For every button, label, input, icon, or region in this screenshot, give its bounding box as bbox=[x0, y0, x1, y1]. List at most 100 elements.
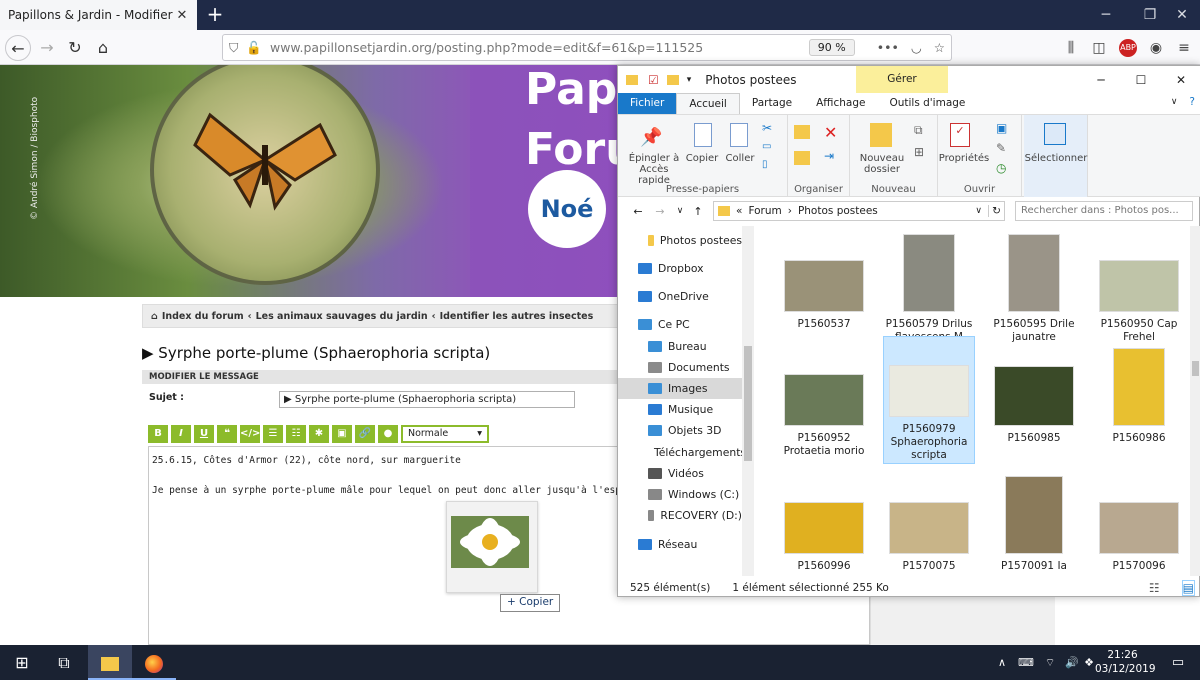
file-tile[interactable]: P1560952 Protaetia morio bbox=[778, 344, 870, 458]
bold-button[interactable]: B bbox=[148, 425, 168, 443]
new-folder-icon[interactable] bbox=[666, 75, 679, 85]
back-button[interactable]: ← bbox=[5, 35, 31, 61]
search-input[interactable]: Rechercher dans : Photos pos... bbox=[1015, 201, 1193, 221]
file-tile[interactable]: P1560579 Drilus flavescens M bbox=[883, 230, 975, 344]
back-button[interactable]: ← bbox=[628, 205, 648, 218]
recent-dropdown-icon[interactable]: ∨ bbox=[672, 206, 688, 216]
breadcrumb-item[interactable]: Identifier les autres insectes bbox=[440, 311, 594, 322]
bookmark-star-icon[interactable]: ☆ bbox=[934, 40, 945, 55]
tab-accueil[interactable]: Accueil bbox=[676, 93, 740, 114]
pin-button[interactable]: Épingler à Accès rapide bbox=[622, 153, 686, 186]
refresh-icon[interactable]: ↻ bbox=[988, 205, 1004, 217]
move-to-icon[interactable] bbox=[794, 125, 810, 139]
keyboard-icon[interactable]: ⌨ bbox=[1014, 645, 1038, 680]
address-segment[interactable]: Photos postees bbox=[798, 205, 878, 217]
nav-item[interactable]: Documents bbox=[618, 357, 742, 378]
numbered-list-button[interactable]: ☷ bbox=[286, 425, 306, 443]
sidebar-icon[interactable]: ◫ bbox=[1090, 39, 1108, 57]
more-actions-icon[interactable]: ••• bbox=[877, 40, 899, 55]
address-segment[interactable]: Forum bbox=[748, 205, 781, 217]
file-tile[interactable]: P1560986 bbox=[1093, 344, 1185, 445]
nav-item[interactable]: Ce PC bbox=[618, 314, 742, 335]
insecure-lock-icon[interactable]: 🔓 bbox=[246, 40, 262, 56]
nav-item[interactable]: Vidéos bbox=[618, 463, 742, 484]
file-tile[interactable]: P1560537 bbox=[778, 230, 870, 331]
up-button[interactable]: ↑ bbox=[688, 205, 708, 218]
account-icon[interactable]: ◉ bbox=[1147, 39, 1165, 57]
reload-button[interactable]: ↻ bbox=[62, 35, 88, 61]
url-bar[interactable]: ⛉ 🔓 www.papillonsetjardin.org/posting.ph… bbox=[222, 34, 952, 61]
content-scrollbar[interactable] bbox=[1190, 226, 1200, 576]
windows-start-icon[interactable]: ⊞ bbox=[0, 645, 44, 680]
nav-item[interactable]: Musique bbox=[618, 399, 742, 420]
nav-item[interactable]: Windows (C:) bbox=[618, 484, 742, 505]
thumbnail-view-icon[interactable]: ▤ bbox=[1181, 580, 1195, 596]
file-tile[interactable]: P1560595 Drile jaunatre bbox=[988, 230, 1080, 344]
adblock-icon[interactable]: ABP bbox=[1119, 39, 1137, 57]
file-tile[interactable]: P1560979 Sphaerophoria scripta bbox=[883, 336, 975, 464]
minimize-button[interactable]: ─ bbox=[1081, 73, 1121, 87]
select-button[interactable]: Sélectionner bbox=[1024, 153, 1088, 164]
new-folder-button[interactable]: Nouveau dossier bbox=[854, 153, 910, 175]
firefox-taskbar-icon[interactable] bbox=[132, 645, 176, 680]
file-explorer-taskbar-icon[interactable] bbox=[88, 645, 132, 680]
close-window-button[interactable]: ✕ bbox=[1160, 0, 1200, 30]
content-scroll-thumb[interactable] bbox=[1192, 361, 1199, 376]
wifi-icon[interactable]: ⌔ bbox=[1038, 645, 1062, 680]
breadcrumb-item[interactable]: Les animaux sauvages du jardin bbox=[256, 311, 428, 322]
tab-partage[interactable]: Partage bbox=[740, 93, 804, 114]
tab-outils-image[interactable]: Outils d'image bbox=[877, 93, 977, 114]
paste-button[interactable]: Coller bbox=[722, 153, 758, 164]
new-item-icon[interactable]: ⧉ bbox=[914, 123, 923, 138]
nav-scroll-thumb[interactable] bbox=[744, 346, 752, 461]
nav-item[interactable]: Objets 3D bbox=[618, 420, 742, 441]
nav-item[interactable]: Bureau bbox=[618, 336, 742, 357]
ribbon-collapse-icon[interactable]: ∨ bbox=[1165, 93, 1184, 114]
forward-button[interactable]: → bbox=[34, 35, 60, 61]
zoom-indicator[interactable]: 90 % bbox=[808, 39, 855, 56]
file-tile[interactable]: P1560985 bbox=[988, 344, 1080, 445]
details-view-icon[interactable]: ☷ bbox=[1149, 581, 1160, 595]
nav-item[interactable]: Réseau bbox=[618, 534, 742, 555]
properties-icon[interactable]: ☑ bbox=[648, 73, 659, 87]
rename-icon[interactable]: ⇥ bbox=[824, 149, 834, 163]
tab-close-icon[interactable]: ✕ bbox=[175, 8, 189, 23]
file-tile[interactable]: P1570091 Ia bbox=[988, 472, 1080, 573]
tray-expand-icon[interactable]: ∧ bbox=[990, 645, 1014, 680]
clock[interactable]: 21:26 03/12/2019 bbox=[1095, 648, 1156, 676]
nav-item[interactable]: OneDrive bbox=[618, 286, 742, 307]
nav-item[interactable]: Dropbox bbox=[618, 258, 742, 279]
color-button[interactable]: ● bbox=[378, 425, 398, 443]
quote-button[interactable]: ❝ bbox=[217, 425, 237, 443]
nav-item[interactable]: Images bbox=[618, 378, 742, 399]
cut-icon[interactable]: ✂ bbox=[762, 121, 772, 135]
properties-button[interactable]: Propriétés bbox=[938, 153, 990, 164]
help-icon[interactable]: ? bbox=[1183, 93, 1200, 114]
italic-button[interactable]: I bbox=[171, 425, 191, 443]
paste-shortcut-icon[interactable]: ▯ bbox=[762, 159, 768, 170]
copy-path-icon[interactable]: ▭ bbox=[762, 141, 771, 152]
home-button[interactable]: ⌂ bbox=[90, 35, 116, 61]
tab-fichier[interactable]: Fichier bbox=[618, 93, 677, 114]
browser-tab[interactable]: Papillons & Jardin - Modifier le mes ✕ bbox=[0, 0, 197, 30]
open-icon[interactable]: ▣ bbox=[996, 121, 1007, 135]
address-bar[interactable]: « Forum › Photos postees ∨ ↻ bbox=[713, 201, 1005, 221]
link-button[interactable]: 🔗 bbox=[355, 425, 375, 443]
new-tab-button[interactable]: + bbox=[204, 3, 226, 25]
edit-icon[interactable]: ✎ bbox=[996, 141, 1006, 155]
copy-button[interactable]: Copier bbox=[684, 153, 720, 164]
easy-access-icon[interactable]: ⊞ bbox=[914, 145, 924, 159]
file-tile[interactable]: P1560950 Cap Frehel bbox=[1093, 230, 1185, 344]
history-icon[interactable]: ◷ bbox=[996, 161, 1006, 175]
close-button[interactable]: ✕ bbox=[1161, 73, 1200, 87]
tab-affichage[interactable]: Affichage bbox=[804, 93, 877, 114]
file-tile[interactable]: P1560996 bbox=[778, 472, 870, 573]
nav-item[interactable]: RECOVERY (D:) bbox=[618, 505, 742, 526]
library-icon[interactable]: ⫼ bbox=[1062, 39, 1080, 57]
qat-dropdown-icon[interactable]: ▾ bbox=[687, 75, 692, 85]
image-button[interactable]: ▣ bbox=[332, 425, 352, 443]
task-view-icon[interactable]: ⧉ bbox=[42, 645, 86, 680]
address-dropdown-icon[interactable]: ∨ bbox=[975, 206, 982, 216]
menu-icon[interactable]: ≡ bbox=[1175, 39, 1193, 57]
delete-icon[interactable]: ✕ bbox=[824, 123, 837, 142]
